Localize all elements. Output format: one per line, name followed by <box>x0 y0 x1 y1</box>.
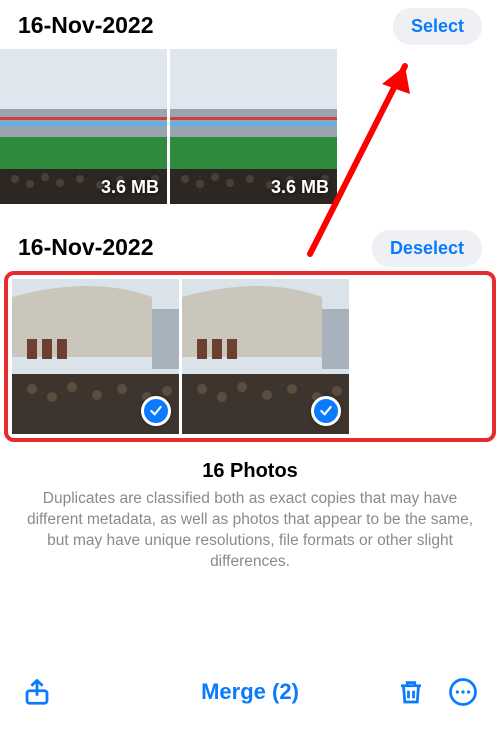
more-icon[interactable] <box>448 677 478 707</box>
summary-section: 16 Photos Duplicates are classified both… <box>0 442 500 573</box>
selection-check-icon <box>311 396 341 426</box>
group-1-thumbnails: 3.6 MB 3.6 MB <box>0 49 500 204</box>
photo-count-label: 16 Photos <box>20 460 480 483</box>
group-header-2: 16-Nov-2022 Deselect <box>0 226 500 271</box>
trash-icon[interactable] <box>396 677 426 707</box>
deselect-button[interactable]: Deselect <box>372 230 482 267</box>
selected-group-highlight <box>4 271 496 442</box>
group-date-1: 16-Nov-2022 <box>18 4 154 49</box>
selection-check-icon <box>141 396 171 426</box>
photo-thumbnail[interactable]: 3.6 MB <box>0 49 167 204</box>
photo-thumbnail-selected[interactable] <box>12 279 179 434</box>
duplicate-description: Duplicates are classified both as exact … <box>20 489 480 573</box>
group-header-1: 16-Nov-2022 Select <box>0 4 500 49</box>
group-date-2: 16-Nov-2022 <box>18 226 154 271</box>
photo-size-label: 3.6 MB <box>271 177 329 198</box>
photo-thumbnail[interactable]: 3.6 MB <box>170 49 337 204</box>
merge-button[interactable]: Merge (2) <box>195 678 305 706</box>
share-icon[interactable] <box>22 677 52 707</box>
bottom-toolbar: Merge (2) <box>0 661 500 731</box>
photo-size-label: 3.6 MB <box>101 177 159 198</box>
group-2-thumbnails <box>12 279 488 434</box>
select-button[interactable]: Select <box>393 8 482 45</box>
photo-thumbnail-selected[interactable] <box>182 279 349 434</box>
